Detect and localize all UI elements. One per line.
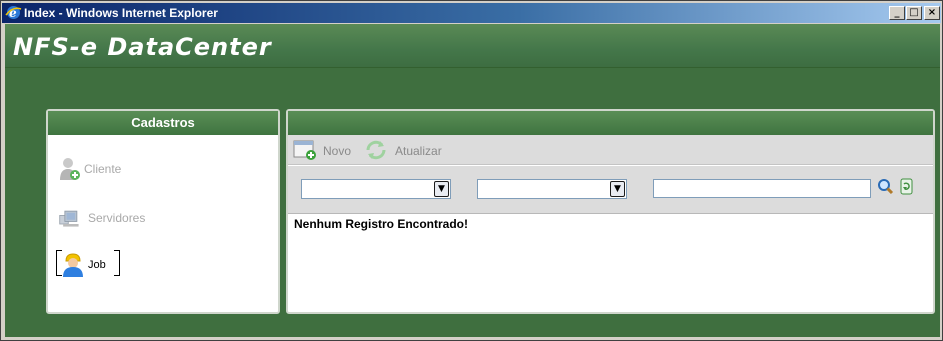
- maximize-button[interactable]: □: [906, 6, 922, 20]
- job-panel: Novo Atualizar ▼ ▼ Nenhum Registro Encon…: [286, 109, 935, 314]
- cadastros-panel-header: Cadastros: [48, 111, 278, 135]
- refresh-icon: [366, 140, 386, 160]
- nav-item-servidores[interactable]: Servidores: [56, 203, 196, 233]
- search-input[interactable]: [653, 179, 871, 198]
- empty-state-message: Nenhum Registro Encontrado!: [294, 217, 469, 231]
- title-bar[interactable]: e Index - Windows Internet Explorer _ □ …: [2, 3, 941, 23]
- minimize-button[interactable]: _: [889, 6, 905, 20]
- nav-label-cliente: Cliente: [84, 162, 122, 176]
- page-content: NFS-e DataCenter Cadastros Cliente Servi…: [5, 24, 940, 337]
- worker-icon: [63, 253, 83, 277]
- internet-explorer-icon: e: [5, 6, 22, 20]
- user-add-icon: [60, 158, 80, 180]
- search-icon[interactable]: [877, 178, 894, 195]
- filter-bar: ▼ ▼: [288, 166, 933, 214]
- nav-label-servidores: Servidores: [88, 211, 146, 225]
- close-button[interactable]: ×: [924, 6, 940, 20]
- filter-select-2[interactable]: ▼: [477, 179, 627, 199]
- nav-label-job: Job: [88, 259, 106, 271]
- nav-item-cliente[interactable]: Cliente: [56, 154, 176, 184]
- selection-bracket-right: [114, 250, 120, 276]
- job-panel-header: [288, 111, 933, 135]
- novo-label: Novo: [323, 144, 352, 158]
- chevron-down-icon[interactable]: ▼: [434, 181, 449, 197]
- recycle-bin-icon[interactable]: [899, 177, 914, 195]
- novo-button[interactable]: Novo: [293, 139, 355, 161]
- atualizar-button[interactable]: Atualizar: [364, 139, 454, 161]
- app-brand-logo: NFS-e DataCenter: [13, 33, 272, 61]
- atualizar-label: Atualizar: [395, 144, 442, 158]
- servers-icon: [59, 210, 79, 227]
- nav-item-job[interactable]: Job: [56, 250, 126, 280]
- app-header: NFS-e DataCenter: [5, 24, 940, 68]
- toolbar: Novo Atualizar: [288, 135, 933, 165]
- browser-window: e Index - Windows Internet Explorer _ □ …: [0, 0, 943, 341]
- new-window-icon: [293, 140, 316, 160]
- filter-select-1[interactable]: ▼: [301, 179, 451, 199]
- chevron-down-icon[interactable]: ▼: [610, 181, 625, 197]
- cadastros-panel: Cadastros Cliente Servidores Job: [46, 109, 280, 314]
- window-title: Index - Windows Internet Explorer: [24, 6, 218, 20]
